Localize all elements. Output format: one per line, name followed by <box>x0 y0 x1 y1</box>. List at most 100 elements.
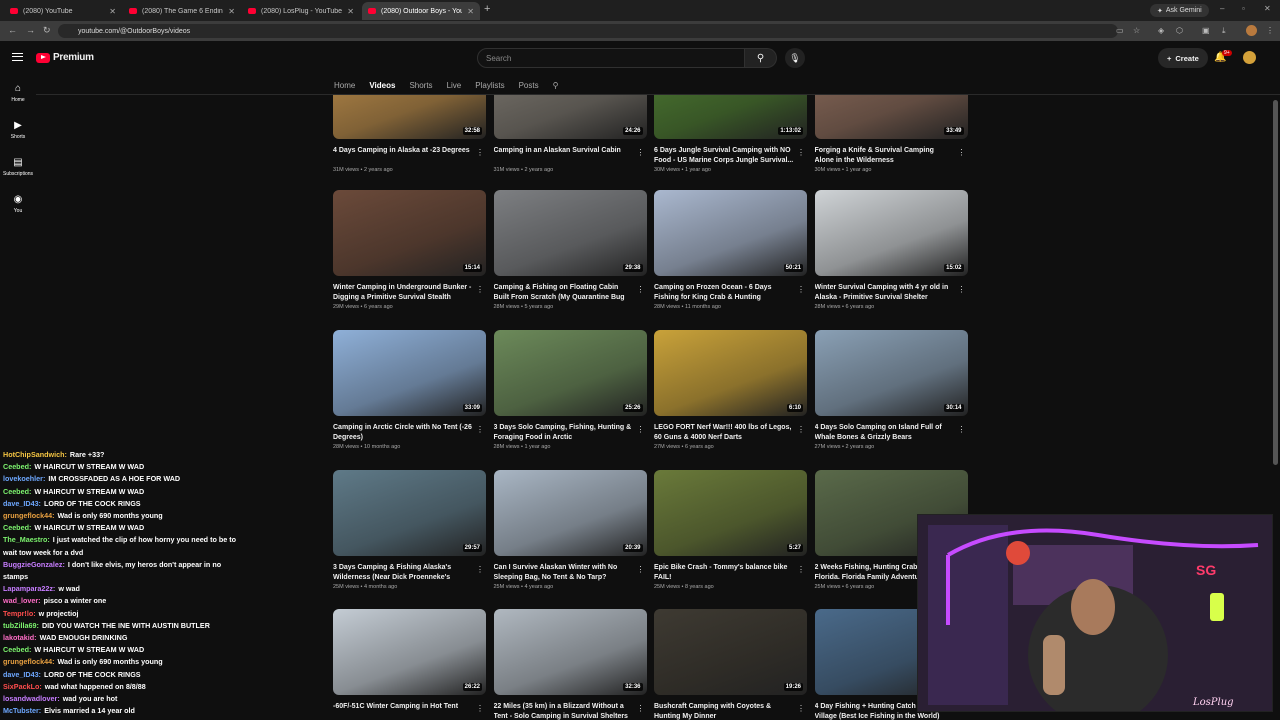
sidebar-item-home[interactable]: ⌂ Home <box>0 83 36 103</box>
create-button[interactable]: + Create <box>1158 48 1208 68</box>
search-button[interactable]: ⚲ <box>745 48 777 68</box>
puzzle-icon[interactable]: ⬡ <box>1176 26 1183 35</box>
video-thumbnail[interactable]: 19:26 <box>654 609 807 695</box>
video-thumbnail[interactable]: 32:36 <box>493 609 647 695</box>
reload-icon[interactable]: ↻ <box>43 25 51 36</box>
video-menu-icon[interactable]: ⋮ <box>637 425 645 434</box>
video-card[interactable]: 25:26 3 Days Solo Camping, Fishing, Hunti… <box>493 330 647 450</box>
install-icon[interactable]: ▭ <box>1116 26 1124 35</box>
forward-icon[interactable]: → <box>26 25 35 35</box>
video-card[interactable]: 5:27 Epic Bike Crash - Tommy's balance bi… <box>654 470 807 590</box>
video-menu-icon[interactable]: ⋮ <box>476 285 484 294</box>
video-menu-icon[interactable]: ⋮ <box>637 148 645 157</box>
video-card[interactable]: 33:09 Camping in Arctic Circle with No Te… <box>333 330 486 450</box>
video-menu-icon[interactable]: ⋮ <box>476 425 484 434</box>
chat-username[interactable]: BuggzieGonzalez: <box>3 560 65 569</box>
chat-username[interactable]: tubZilla69: <box>3 621 39 630</box>
video-title[interactable]: 3 Days Solo Camping, Fishing, Hunting & … <box>494 423 634 443</box>
video-thumbnail[interactable]: 26:22 <box>333 609 486 695</box>
chat-username[interactable]: dave_ID43: <box>3 670 41 679</box>
browser-tab[interactable]: (2080) The Game 6 Ending No... ✕ <box>123 2 241 20</box>
video-card[interactable]: 29:38 Camping & Fishing on Floating Cabin… <box>493 190 647 310</box>
chat-username[interactable]: dave_ID43: <box>3 499 41 508</box>
video-menu-icon[interactable]: ⋮ <box>958 148 966 157</box>
page-scrollbar[interactable] <box>1273 100 1278 465</box>
sidebar-item-shorts[interactable]: ▶ Shorts <box>0 120 36 140</box>
sidebar-item-you[interactable]: ◉ You <box>0 194 36 214</box>
video-thumbnail[interactable]: 33:49 <box>814 95 968 139</box>
video-thumbnail[interactable]: 6:10 <box>654 330 807 416</box>
url-input[interactable]: youtube.com/@OutdoorBoys/videos <box>58 24 1118 38</box>
back-icon[interactable]: ← <box>8 25 17 35</box>
browser-profile-avatar[interactable] <box>1246 25 1257 36</box>
chat-username[interactable]: Ceebed: <box>3 462 31 471</box>
menu-kebab-icon[interactable]: ⋮ <box>1266 26 1274 35</box>
video-menu-icon[interactable]: ⋮ <box>637 704 645 713</box>
video-thumbnail[interactable]: 15:14 <box>333 190 486 276</box>
video-title[interactable]: Camping & Fishing on Floating Cabin Buil… <box>494 283 634 303</box>
maximize-icon[interactable]: ▫ <box>1242 4 1245 13</box>
video-title[interactable]: Bushcraft Camping with Coyotes & Hunting… <box>654 702 794 720</box>
tab-posts[interactable]: Posts <box>519 81 539 90</box>
hamburger-menu-icon[interactable] <box>12 53 23 61</box>
video-title[interactable]: LEGO FORT Nerf War!!! 400 lbs of Legos, … <box>654 423 794 443</box>
bookmark-star-icon[interactable]: ☆ <box>1133 26 1140 35</box>
chat-username[interactable]: HotChipSandwich: <box>3 450 67 459</box>
video-title[interactable]: Camping in an Alaskan Survival Cabin <box>494 146 634 166</box>
close-window-icon[interactable]: ✕ <box>1264 4 1271 13</box>
video-thumbnail[interactable]: 20:39 <box>493 470 647 556</box>
video-thumbnail[interactable]: 30:14 <box>814 330 968 416</box>
video-menu-icon[interactable]: ⋮ <box>637 285 645 294</box>
video-menu-icon[interactable]: ⋮ <box>958 285 966 294</box>
chat-username[interactable]: Ceebed: <box>3 645 31 654</box>
video-title[interactable]: 4 Days Solo Camping on Island Full of Wh… <box>815 423 955 443</box>
video-thumbnail[interactable]: 15:02 <box>814 190 968 276</box>
video-card[interactable]: 15:02 Winter Survival Camping with 4 yr o… <box>814 190 968 310</box>
tab-videos[interactable]: Videos <box>369 81 395 90</box>
video-menu-icon[interactable]: ⋮ <box>797 565 805 574</box>
download-icon[interactable]: ⤓ <box>1222 26 1226 36</box>
video-menu-icon[interactable]: ⋮ <box>476 148 484 157</box>
video-title[interactable]: 6 Days Jungle Survival Camping with NO F… <box>654 146 794 166</box>
browser-tab-active[interactable]: (2080) Outdoor Boys - YouTube ✕ <box>362 2 480 20</box>
chat-username[interactable]: grungeflock44: <box>3 511 55 520</box>
chat-username[interactable]: grungeflock44: <box>3 657 55 666</box>
video-card[interactable]: 29:57 3 Days Camping & Fishing Alaska's W… <box>333 470 486 590</box>
chat-username[interactable]: Ceebed: <box>3 487 31 496</box>
browser-tab[interactable]: (2080) LosPlug - YouTube ✕ <box>242 2 360 20</box>
chat-username[interactable]: losandwadlover: <box>3 694 60 703</box>
tab-shorts[interactable]: Shorts <box>409 81 432 90</box>
close-tab-icon[interactable]: ✕ <box>109 7 116 16</box>
new-tab-button[interactable]: + <box>484 3 490 15</box>
video-card[interactable]: 33:49 Forging a Knife & Survival Camping … <box>814 95 968 173</box>
video-thumbnail[interactable]: 1:13:02 <box>654 95 807 139</box>
chat-username[interactable]: SixPackLo: <box>3 682 42 691</box>
video-title[interactable]: Can I Survive Alaskan Winter with No Sle… <box>494 563 634 583</box>
sidepanel-icon[interactable]: ▣ <box>1202 26 1210 35</box>
video-thumbnail[interactable]: 29:38 <box>493 190 647 276</box>
chat-username[interactable]: lakotakid: <box>3 633 37 642</box>
video-title[interactable]: 4 Days Camping in Alaska at -23 Degrees <box>333 146 473 166</box>
video-thumbnail[interactable]: 5:27 <box>654 470 807 556</box>
video-card[interactable]: 1:13:02 6 Days Jungle Survival Camping wi… <box>654 95 807 173</box>
video-menu-icon[interactable]: ⋮ <box>637 565 645 574</box>
chat-username[interactable]: Ceebed: <box>3 523 31 532</box>
chat-username[interactable]: The_Maestro: <box>3 535 50 544</box>
minimize-icon[interactable]: – <box>1220 4 1224 13</box>
video-title[interactable]: -60F/-51C Winter Camping in Hot Tent <box>333 702 473 720</box>
video-menu-icon[interactable]: ⋮ <box>476 565 484 574</box>
chat-username[interactable]: Tempr!lo: <box>3 609 36 618</box>
video-thumbnail[interactable]: 33:09 <box>333 330 486 416</box>
video-menu-icon[interactable]: ⋮ <box>958 425 966 434</box>
video-title[interactable]: Epic Bike Crash - Tommy's balance bike F… <box>654 563 794 583</box>
chat-username[interactable]: Lapampara22z: <box>3 584 55 593</box>
tab-live[interactable]: Live <box>447 81 462 90</box>
ask-gemini-button[interactable]: ✦ Ask Gemini <box>1150 4 1209 17</box>
video-card[interactable]: 26:22 -60F/-51C Winter Camping in Hot Ten… <box>333 609 486 720</box>
account-avatar[interactable] <box>1243 51 1256 64</box>
video-title[interactable]: Camping on Frozen Ocean - 6 Days Fishing… <box>654 283 794 303</box>
extension-icon[interactable]: ◈ <box>1158 26 1164 35</box>
video-card[interactable]: 19:26 Bushcraft Camping with Coyotes & Hu… <box>654 609 807 720</box>
video-card[interactable]: 15:14 Winter Camping in Underground Bunke… <box>333 190 486 310</box>
close-tab-icon[interactable]: ✕ <box>228 7 235 16</box>
